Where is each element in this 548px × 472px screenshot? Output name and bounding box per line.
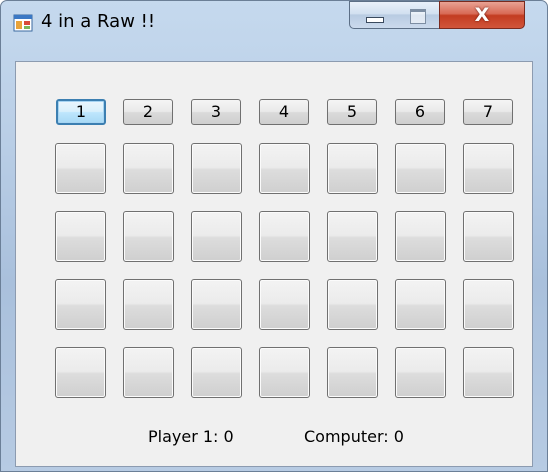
board-cell[interactable] [191, 347, 242, 398]
board-cell[interactable] [123, 279, 174, 330]
column-button-6[interactable]: 6 [395, 99, 445, 125]
board-cell[interactable] [123, 143, 174, 194]
board-cell[interactable] [191, 211, 242, 262]
board-cell[interactable] [259, 347, 310, 398]
board-cell[interactable] [327, 211, 378, 262]
minimize-button[interactable] [349, 1, 397, 29]
column-button-7[interactable]: 7 [463, 99, 513, 125]
board-cell[interactable] [395, 279, 446, 330]
maximize-button[interactable] [396, 1, 440, 29]
window-title: 4 in a Raw !! [41, 11, 156, 32]
board-cell[interactable] [55, 143, 106, 194]
column-button-3[interactable]: 3 [191, 99, 241, 125]
caption-buttons: X [349, 1, 527, 31]
board-cell[interactable] [327, 279, 378, 330]
board-cell[interactable] [55, 211, 106, 262]
board-cell[interactable] [259, 143, 310, 194]
board-cell[interactable] [123, 211, 174, 262]
board-cell[interactable] [327, 347, 378, 398]
board-cell[interactable] [463, 279, 514, 330]
board-cell[interactable] [395, 211, 446, 262]
board-cell[interactable] [259, 279, 310, 330]
minimize-icon [366, 17, 384, 23]
column-button-4[interactable]: 4 [259, 99, 309, 125]
board-cell[interactable] [463, 143, 514, 194]
column-button-5[interactable]: 5 [327, 99, 377, 125]
board-cell[interactable] [55, 347, 106, 398]
board-cell[interactable] [191, 279, 242, 330]
maximize-icon [410, 9, 426, 24]
column-button-2[interactable]: 2 [123, 99, 173, 125]
board-cell[interactable] [395, 143, 446, 194]
column-button-1[interactable]: 1 [56, 99, 106, 125]
close-icon: X [474, 4, 490, 26]
board-cell[interactable] [327, 143, 378, 194]
board-cell[interactable] [259, 211, 310, 262]
close-button[interactable]: X [439, 1, 525, 29]
computer-score: Computer: 0 [304, 427, 404, 446]
player-score: Player 1: 0 [148, 427, 234, 446]
board-cell[interactable] [123, 347, 174, 398]
app-window-icon [13, 14, 33, 32]
game-panel: 1 2 3 4 5 6 7 Player 1: 0 Computer: 0 [15, 61, 533, 467]
app-window: 4 in a Raw !! X 1 2 3 4 5 6 7 Player 1: … [0, 0, 548, 472]
board-cell[interactable] [463, 347, 514, 398]
board-cell[interactable] [55, 279, 106, 330]
title-bar[interactable]: 4 in a Raw !! X [1, 1, 547, 47]
board-cell[interactable] [191, 143, 242, 194]
board-cell[interactable] [395, 347, 446, 398]
board-cell[interactable] [463, 211, 514, 262]
